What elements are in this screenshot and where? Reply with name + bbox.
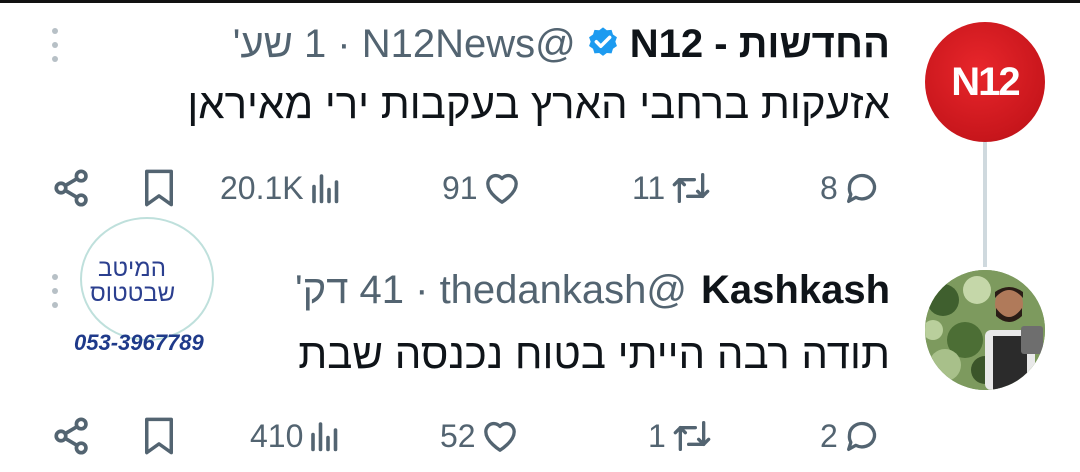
reply-count: 8 (820, 169, 838, 206)
share-button[interactable] (50, 158, 94, 218)
like-count: 52 (440, 417, 476, 454)
reply-button[interactable]: 2 (820, 406, 882, 466)
tweet-text: תודה רבה הייתי בטוח נכנסה שבת (298, 330, 890, 377)
like-icon (485, 173, 518, 204)
like-button[interactable]: 91 (442, 158, 522, 218)
reply-button[interactable]: 8 (820, 158, 882, 218)
like-count: 91 (442, 169, 478, 206)
display-name[interactable]: Kashkash (701, 268, 890, 313)
views-count: 410 (250, 417, 304, 454)
views-button[interactable]: 20.1K (220, 158, 344, 218)
reply-count: 2 (820, 417, 838, 454)
tweet-text: אזעקות ברחבי הארץ בעקבות ירי מאיראן (187, 80, 890, 127)
bookmark-button[interactable] (138, 158, 180, 218)
stamp-text: המיטב (98, 255, 166, 282)
timestamp[interactable]: 41 דק' (295, 268, 404, 313)
separator-dot: · (404, 267, 440, 312)
bookmark-icon (145, 169, 173, 207)
handle[interactable]: @N12News (362, 22, 576, 67)
avatar[interactable] (925, 270, 1045, 390)
stamp-phone: 053-3967789 (74, 330, 204, 355)
retweet-count: 1 (648, 417, 666, 454)
bookmark-icon (145, 417, 173, 455)
share-button[interactable] (50, 406, 94, 466)
bookmark-button[interactable] (138, 406, 180, 466)
views-count: 20.1K (220, 169, 304, 206)
tweet-header: החדשות - N12 @N12News · 1 שע' (233, 18, 890, 70)
avatar-photo (925, 270, 1045, 390)
tweet-actions: 410 52 1 2 (50, 406, 910, 466)
verified-badge-icon (588, 27, 617, 56)
retweet-icon (673, 421, 711, 451)
views-icon (311, 174, 338, 204)
more-icon[interactable] (52, 274, 60, 308)
tweet-actions: 20.1K 91 11 8 (50, 158, 910, 218)
retweet-button[interactable]: 1 (648, 406, 714, 466)
retweet-count: 11 (632, 169, 666, 206)
share-icon (54, 169, 88, 207)
handle[interactable]: @thedankash (440, 268, 687, 313)
share-icon (54, 417, 88, 455)
views-button[interactable]: 410 (250, 406, 343, 466)
top-edge (0, 0, 1080, 3)
reply-icon (846, 421, 876, 451)
separator-dot: · (326, 21, 362, 66)
avatar-logo-text: N12 (951, 59, 1020, 104)
views-icon (311, 422, 338, 452)
reply-icon (846, 173, 876, 203)
timestamp[interactable]: 1 שע' (233, 22, 326, 67)
stamp-text: שבטטוס (90, 280, 176, 307)
more-icon[interactable] (52, 28, 60, 62)
avatar[interactable]: N12 (925, 22, 1045, 142)
like-icon (483, 421, 516, 452)
display-name[interactable]: החדשות - N12 (630, 22, 890, 67)
like-button[interactable]: 52 (440, 406, 520, 466)
retweet-icon (672, 173, 710, 203)
tweet-header: Kashkash @thedankash · 41 דק' (295, 264, 890, 316)
retweet-button[interactable]: 11 (632, 158, 713, 218)
thread-line (983, 142, 987, 267)
